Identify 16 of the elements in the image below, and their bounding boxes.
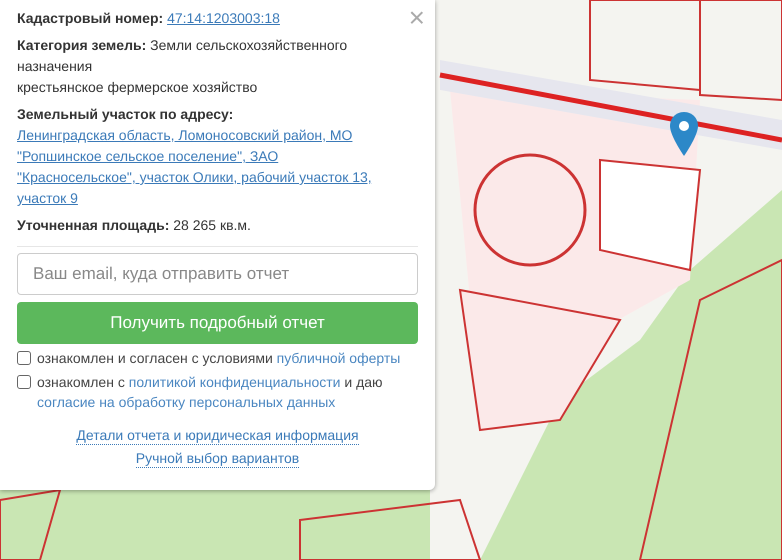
agreement-link[interactable]: согласие на обработку персональных данных	[37, 394, 336, 410]
footer-link[interactable]: Ручной выбор вариантов	[136, 449, 300, 468]
field-label: Земельный участок по адресу:	[17, 105, 234, 124]
close-button[interactable]: ×	[406, 4, 427, 32]
address-link[interactable]: Ленинградская область, Ломоносовский район, МО "Ропшинское сельское поселение", ЗАО "Красносельское", участок Олики, рабочий участок 13, участок 9	[17, 125, 388, 209]
agreement-link[interactable]: политикой конфиденциальности	[128, 374, 340, 390]
email-field[interactable]: Ваш email, куда отправить отчет	[17, 253, 418, 295]
info-link[interactable]: 47:14:1203003:18	[167, 10, 280, 26]
agreement-text: ознакомлен и согласен с условиями публичной оферты	[37, 349, 400, 368]
footer-link[interactable]: Детали отчета и юридическая информация	[76, 426, 359, 445]
info-text: Уточненная площадь: 28 265 кв.м.	[17, 216, 252, 235]
report-button[interactable]: Получить подробный отчет	[17, 302, 418, 344]
info-text: Категория земель: Земли сельскохозяйственного назначения крестьянское фермерское хозяйство	[17, 36, 348, 97]
info-text: Кадастровый номер: 47:14:1203003:18	[17, 9, 280, 28]
agreement-link[interactable]: публичной оферты	[276, 350, 400, 366]
agreement-text: ознакомлен с политикой конфиденциальности и даю согласие на обработку персональных данных	[37, 373, 384, 412]
